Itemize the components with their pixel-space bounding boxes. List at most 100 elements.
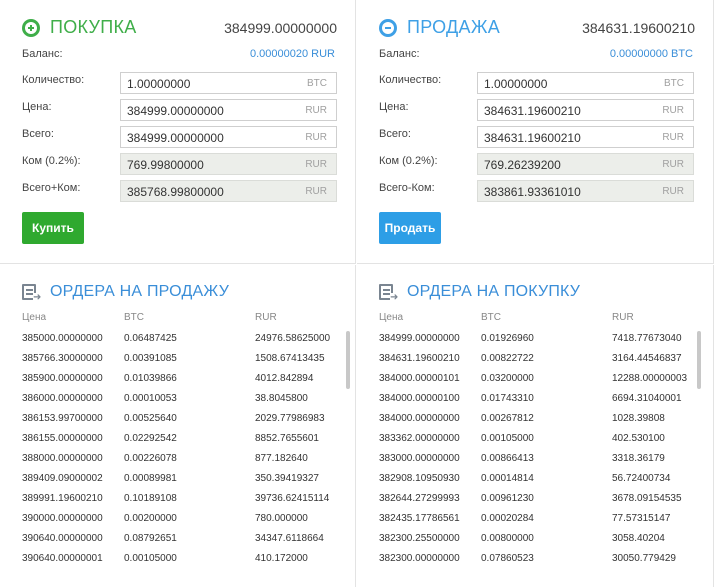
order-row[interactable]: 384999.00000000 0.01926960 7418.77673040 <box>379 329 713 349</box>
buy-field-label: Количество: <box>22 74 85 86</box>
order-rur: 2029.77986983 <box>255 413 325 424</box>
order-btc: 0.00014814 <box>481 473 534 484</box>
order-price: 390640.00000000 <box>22 533 103 544</box>
order-row[interactable]: 390000.00000000 0.00200000 780.000000 <box>22 509 355 529</box>
buy-balance-value[interactable]: 0.00000020 RUR <box>250 48 335 60</box>
order-price: 384000.00000100 <box>379 393 460 404</box>
order-rur: 3164.44546837 <box>612 353 682 364</box>
buy-orders-scrollbar[interactable] <box>697 331 701 389</box>
order-price: 390640.00000001 <box>22 553 103 564</box>
order-row[interactable]: 382300.00000000 0.07860523 30050.779429 <box>379 549 713 569</box>
buy-field-label: Всего+Ком: <box>22 182 81 194</box>
order-rur: 3678.09154535 <box>612 493 682 504</box>
order-row[interactable]: 386155.00000000 0.02292542 8852.7655601 <box>22 429 355 449</box>
order-price: 382908.10950930 <box>379 473 460 484</box>
order-btc: 0.01926960 <box>481 333 534 344</box>
order-row[interactable]: 384000.00000000 0.00267812 1028.39808 <box>379 409 713 429</box>
plus-circle-icon <box>22 19 40 37</box>
buy-field-input: 769.99800000 RUR <box>120 153 337 175</box>
buy-field-currency: RUR <box>305 105 327 116</box>
order-btc: 0.00020284 <box>481 513 534 524</box>
buy-orders-list: 384999.00000000 0.01926960 7418.77673040 38… <box>379 329 713 569</box>
order-rur: 350.39419327 <box>255 473 319 484</box>
sell-button[interactable]: Продать <box>379 212 441 244</box>
order-rur: 24976.58625000 <box>255 333 331 344</box>
order-rur: 34347.6118664 <box>255 533 324 544</box>
order-row[interactable]: 389991.19600210 0.10189108 39736.62415114 <box>22 489 355 509</box>
buy-field-input[interactable]: 384999.00000000 RUR <box>120 126 337 148</box>
sell-best-price[interactable]: 384631.19600210 <box>582 20 695 36</box>
order-btc: 0.00267812 <box>481 413 534 424</box>
order-btc: 0.00200000 <box>124 513 177 524</box>
sell-field-label: Всего-Ком: <box>379 182 435 194</box>
sell-field-currency: RUR <box>662 159 684 170</box>
order-row[interactable]: 382644.27299993 0.00961230 3678.09154535 <box>379 489 713 509</box>
order-btc: 0.00226078 <box>124 453 177 464</box>
order-rur: 402.530100 <box>612 433 665 444</box>
order-row[interactable]: 390640.00000000 0.08792651 34347.6118664 <box>22 529 355 549</box>
sell-field-input[interactable]: 1.00000000 BTC <box>477 72 694 94</box>
order-rur: 12288.00000003 <box>612 373 688 384</box>
order-rur: 38.8045800 <box>255 393 308 404</box>
sell-orders-title: ОРДЕРА НА ПРОДАЖУ <box>50 283 230 300</box>
order-price: 389991.19600210 <box>22 493 103 504</box>
order-rur: 30050.779429 <box>612 553 676 564</box>
sell-field-label: Количество: <box>379 74 442 86</box>
sell-field-input: 383861.93361010 RUR <box>477 180 694 202</box>
order-row[interactable]: 385900.00000000 0.01039866 4012.842894 <box>22 369 355 389</box>
order-rur: 780.000000 <box>255 513 308 524</box>
sell-field-value: 1.00000000 <box>484 77 548 91</box>
order-row[interactable]: 390640.00000001 0.00105000 410.172000 <box>22 549 355 569</box>
buy-button[interactable]: Купить <box>22 212 84 244</box>
order-price: 386155.00000000 <box>22 433 103 444</box>
order-row[interactable]: 382908.10950930 0.00014814 56.72400734 <box>379 469 713 489</box>
order-price: 384631.19600210 <box>379 353 460 364</box>
sell-orders-scrollbar[interactable] <box>346 331 350 389</box>
order-row[interactable]: 384000.00000100 0.01743310 6694.31040001 <box>379 389 713 409</box>
buy-field-input[interactable]: 1.00000000 BTC <box>120 72 337 94</box>
order-btc: 0.00089981 <box>124 473 177 484</box>
order-row[interactable]: 384631.19600210 0.00822722 3164.44546837 <box>379 349 713 369</box>
column-header-btc: BTC <box>481 312 501 323</box>
buy-title: ПОКУПКА <box>50 17 137 37</box>
buy-field-value: 384999.00000000 <box>127 131 224 145</box>
order-btc: 0.00800000 <box>481 533 534 544</box>
column-header-rur: RUR <box>255 312 277 323</box>
sell-field-input[interactable]: 384631.19600210 RUR <box>477 126 694 148</box>
order-row[interactable]: 388000.00000000 0.00226078 877.182640 <box>22 449 355 469</box>
order-row[interactable]: 385000.00000000 0.06487425 24976.58625000 <box>22 329 355 349</box>
buy-field-currency: RUR <box>305 159 327 170</box>
order-price: 382300.25500000 <box>379 533 460 544</box>
order-btc: 0.08792651 <box>124 533 177 544</box>
order-row[interactable]: 383000.00000000 0.00866413 3318.36179 <box>379 449 713 469</box>
sell-balance-value[interactable]: 0.00000000 BTC <box>610 48 693 60</box>
buy-field-label: Цена: <box>22 101 52 113</box>
buy-field-value: 384999.00000000 <box>127 104 224 118</box>
sell-field-value: 383861.93361010 <box>484 185 581 199</box>
buy-orders-title: ОРДЕРА НА ПОКУПКУ <box>407 283 581 300</box>
order-row[interactable]: 384000.00000101 0.03200000 12288.00000003 <box>379 369 713 389</box>
minus-circle-icon <box>379 19 397 37</box>
order-price: 384999.00000000 <box>379 333 460 344</box>
order-price: 385000.00000000 <box>22 333 103 344</box>
order-row[interactable]: 386153.99700000 0.00525640 2029.77986983 <box>22 409 355 429</box>
column-header-price: Цена <box>379 312 404 323</box>
sell-field-input: 769.26239200 RUR <box>477 153 694 175</box>
buy-field-value: 1.00000000 <box>127 77 191 91</box>
order-row[interactable]: 383362.00000000 0.00105000 402.530100 <box>379 429 713 449</box>
order-rur: 7418.77673040 <box>612 333 682 344</box>
order-price: 382435.17786561 <box>379 513 460 524</box>
sell-field-value: 769.26239200 <box>484 158 561 172</box>
buy-header: ПОКУПКА 384999.00000000 <box>22 16 337 42</box>
buy-field-input[interactable]: 384999.00000000 RUR <box>120 99 337 121</box>
order-rur: 39736.62415114 <box>255 493 330 504</box>
order-row[interactable]: 382300.25500000 0.00800000 3058.40204 <box>379 529 713 549</box>
order-row[interactable]: 386000.00000000 0.00010053 38.8045800 <box>22 389 355 409</box>
sell-orders-columns: Цена BTC RUR <box>22 312 355 326</box>
sell-field-input[interactable]: 384631.19600210 RUR <box>477 99 694 121</box>
order-row[interactable]: 385766.30000000 0.00391085 1508.67413435 <box>22 349 355 369</box>
order-row[interactable]: 382435.17786561 0.00020284 77.57315147 <box>379 509 713 529</box>
order-row[interactable]: 389409.09000002 0.00089981 350.39419327 <box>22 469 355 489</box>
buy-best-price[interactable]: 384999.00000000 <box>224 20 337 36</box>
order-price: 384000.00000101 <box>379 373 460 384</box>
